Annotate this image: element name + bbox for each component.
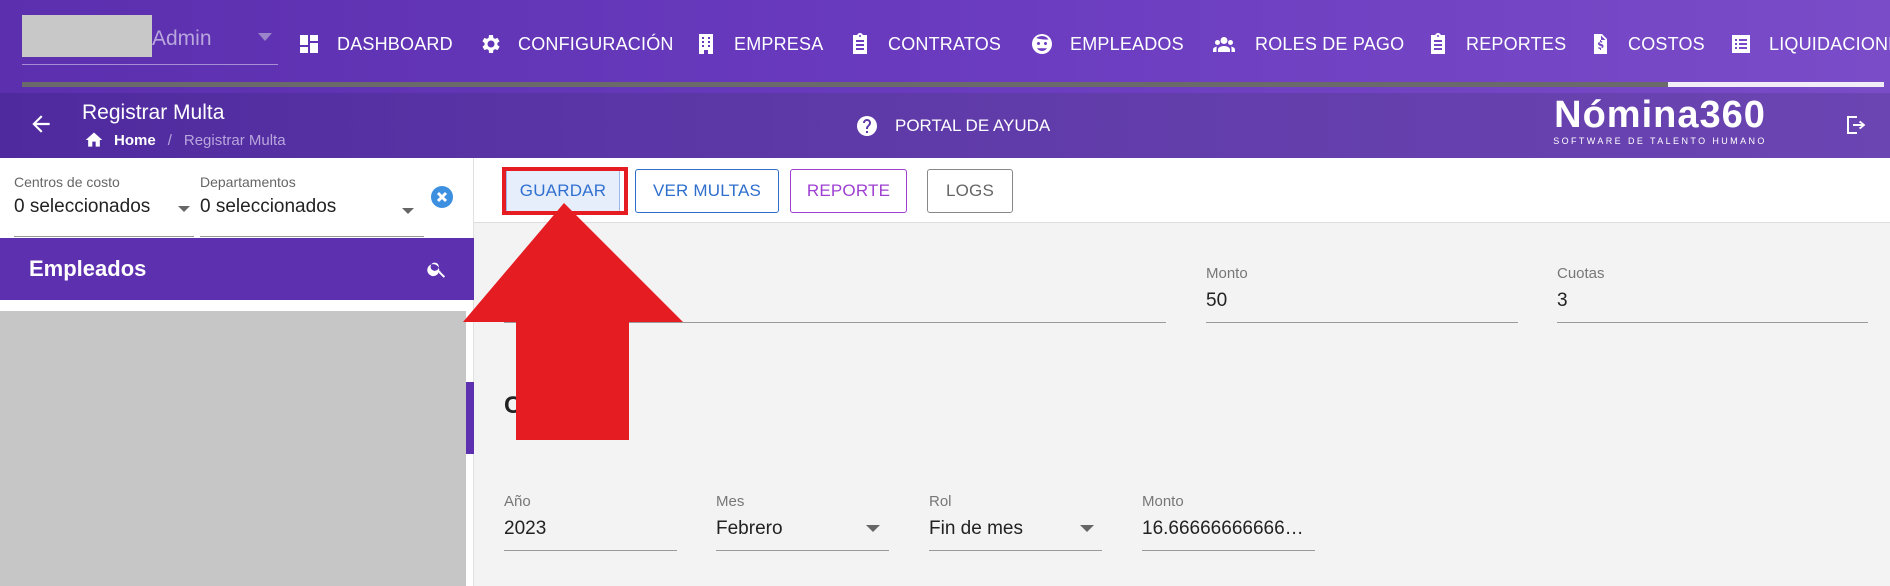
logout-button[interactable] <box>1844 113 1868 137</box>
people-icon <box>1213 37 1235 52</box>
brand-tagline: SOFTWARE DE TALENTO HUMANO <box>1553 136 1767 146</box>
clipboard-list-icon <box>1431 33 1445 54</box>
help-portal-label: PORTAL DE AYUDA <box>895 116 1051 135</box>
top-navigation-bar: Admin DASHBOARD CONFIGURACIÓN EMPRESA CO… <box>0 0 1890 93</box>
nav-item-roles-de-pago[interactable]: ROLES DE PAGO <box>1209 28 1404 60</box>
employee-sidebar: Centros de costo 0 seleccionados Departa… <box>0 158 474 586</box>
amount-value: 50 <box>1206 290 1228 311</box>
brand-name: Nómina360 <box>1554 94 1766 136</box>
brand-logo: Nómina360 SOFTWARE DE TALENTO HUMANO <box>1550 95 1770 146</box>
amount-label: Monto <box>1206 265 1248 282</box>
installments-value: 3 <box>1557 290 1568 311</box>
help-icon <box>857 116 877 136</box>
cost-center-value: 0 seleccionados <box>14 196 151 217</box>
nav-item-label: REPORTES <box>1466 33 1567 54</box>
installment-amount-underline <box>1142 550 1315 551</box>
nav-active-indicator <box>1668 82 1884 87</box>
installment-amount-label: Monto <box>1142 493 1184 510</box>
month-underline <box>716 550 889 551</box>
nav-item-label: EMPLEADOS <box>1070 33 1184 54</box>
arrow-left-icon <box>32 115 50 133</box>
nav-item-contratos[interactable]: CONTRATOS <box>848 28 1001 60</box>
help-portal-link[interactable]: PORTAL DE AYUDA <box>855 114 1050 138</box>
back-button[interactable] <box>28 111 54 137</box>
nav-item-configuracion[interactable]: CONFIGURACIÓN <box>478 28 674 60</box>
breadcrumb: Home / Registrar Multa <box>84 130 286 150</box>
annotation-arrow <box>463 203 683 440</box>
building-icon <box>699 34 713 54</box>
employees-title: Empleados <box>29 256 147 281</box>
department-underline <box>200 236 424 237</box>
nav-item-label: EMPRESA <box>734 33 824 54</box>
nav-item-reportes[interactable]: REPORTES <box>1426 28 1566 60</box>
chevron-down-icon[interactable] <box>1080 525 1094 532</box>
breadcrumb-current: Registrar Multa <box>183 131 286 149</box>
clipboard-icon <box>853 33 867 54</box>
action-toolbar: GUARDAR VER MULTAS REPORTE LOGS <box>474 158 1890 223</box>
department-value: 0 seleccionados <box>200 196 337 217</box>
cost-center-label: Centros de costo <box>14 174 120 190</box>
installment-amount-value: 16.66666666666… <box>1142 518 1304 539</box>
cost-center-underline <box>14 236 194 237</box>
breadcrumb-separator: / <box>167 131 172 149</box>
year-field[interactable]: Año 2023 <box>504 493 546 540</box>
chevron-down-icon[interactable] <box>402 208 414 214</box>
employee-search-button[interactable] <box>426 258 448 280</box>
nav-item-empresa[interactable]: EMPRESA <box>694 28 823 60</box>
dashboard-icon <box>300 35 318 53</box>
amount-field[interactable]: Monto 50 <box>1206 265 1248 312</box>
installments-underline <box>1557 322 1868 323</box>
role-select[interactable]: Rol Fin de mes <box>929 493 1023 540</box>
role-label: Rol <box>929 493 952 510</box>
home-icon <box>85 132 103 147</box>
user-avatar <box>22 15 152 57</box>
nav-item-label: DASHBOARD <box>337 33 453 54</box>
nav-item-empleados[interactable]: EMPLEADOS <box>1030 28 1184 60</box>
face-icon <box>1032 34 1052 54</box>
department-filter[interactable]: Departamentos 0 seleccionados <box>200 174 336 218</box>
month-value: Febrero <box>716 518 783 539</box>
report-button[interactable]: REPORTE <box>790 169 907 213</box>
year-label: Año <box>504 493 531 510</box>
user-menu[interactable]: Admin <box>22 15 278 65</box>
role-value: Fin de mes <box>929 518 1023 539</box>
nav-item-label: ROLES DE PAGO <box>1255 33 1405 54</box>
nav-item-costos[interactable]: COSTOS <box>1588 28 1705 60</box>
breadcrumb-home-link[interactable]: Home <box>114 132 156 149</box>
close-icon <box>436 191 448 203</box>
logout-icon <box>1847 116 1866 134</box>
department-label: Departamentos <box>200 174 296 190</box>
list-icon <box>1732 35 1750 53</box>
installments-field[interactable]: Cuotas 3 <box>1557 265 1605 312</box>
nav-item-label: COSTOS <box>1628 33 1705 54</box>
invoice-icon <box>1594 34 1607 54</box>
amount-underline <box>1206 322 1518 323</box>
gear-icon <box>482 35 500 53</box>
nav-item-dashboard[interactable]: DASHBOARD <box>297 28 453 60</box>
nav-item-label: CONTRATOS <box>888 33 1002 54</box>
chevron-down-icon[interactable] <box>866 525 880 532</box>
nav-item-liquidaciones[interactable]: LIQUIDACIONE <box>1729 28 1890 60</box>
month-label: Mes <box>716 493 745 510</box>
clear-filters-button[interactable] <box>431 186 453 208</box>
chevron-down-icon[interactable] <box>258 33 272 41</box>
chevron-down-icon[interactable] <box>178 206 190 212</box>
nav-item-label: LIQUIDACIONE <box>1769 33 1890 54</box>
employees-header: Empleados <box>0 238 474 300</box>
user-name: Admin <box>152 27 212 50</box>
logs-button[interactable]: LOGS <box>927 169 1013 213</box>
installments-label: Cuotas <box>1557 265 1605 282</box>
nav-indicator-track <box>22 82 1884 87</box>
role-underline <box>929 550 1102 551</box>
search-icon <box>427 262 446 278</box>
employee-list-redacted[interactable] <box>0 311 466 586</box>
year-underline <box>504 550 677 551</box>
page-header: Registrar Multa Home / Registrar Multa P… <box>0 93 1890 158</box>
nav-item-label: CONFIGURACIÓN <box>518 33 674 54</box>
year-value: 2023 <box>504 518 547 539</box>
page-title: Registrar Multa <box>82 101 225 124</box>
cost-center-filter[interactable]: Centros de costo 0 seleccionados <box>14 174 150 218</box>
installment-amount-field[interactable]: Monto 16.66666666666… <box>1142 493 1304 540</box>
month-select[interactable]: Mes Febrero <box>716 493 783 540</box>
